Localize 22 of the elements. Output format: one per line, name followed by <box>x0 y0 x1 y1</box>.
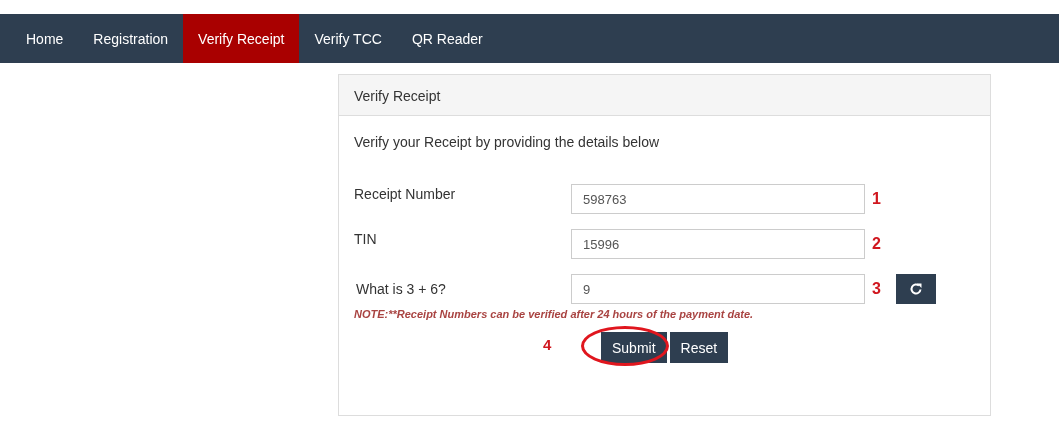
field-label: What is 3 + 6? <box>355 281 447 297</box>
input-field[interactable]: 598763 <box>571 184 865 214</box>
annotation-number: 1 <box>871 190 882 208</box>
input-field[interactable]: 15996 <box>571 229 865 259</box>
refresh-icon <box>909 282 923 296</box>
nav-tab[interactable]: Registration <box>78 14 184 63</box>
nav-tab[interactable]: Verify TCC <box>299 14 397 63</box>
panel-title: Verify Receipt <box>339 75 990 116</box>
annotation-number: 2 <box>871 235 882 253</box>
note-text: NOTE:**Receipt Numbers can be verified after 24 hours of the payment date. <box>354 308 755 320</box>
annotation-number: 4 <box>543 336 553 353</box>
submit-button[interactable]: Submit <box>601 332 667 363</box>
field-label: TIN <box>354 230 378 247</box>
nav-tab[interactable]: QR Reader <box>396 14 498 63</box>
nav-tab[interactable]: Verify Receipt <box>183 14 300 63</box>
field-label: Receipt Number <box>354 185 457 202</box>
nav-tab[interactable]: Home <box>11 14 79 63</box>
input-field[interactable]: 9 <box>571 274 865 304</box>
instruction-text: Verify your Receipt by providing the details below <box>354 134 661 150</box>
annotation-number: 3 <box>871 280 882 298</box>
reset-button[interactable]: Reset <box>669 332 729 363</box>
refresh-button[interactable] <box>896 274 936 304</box>
